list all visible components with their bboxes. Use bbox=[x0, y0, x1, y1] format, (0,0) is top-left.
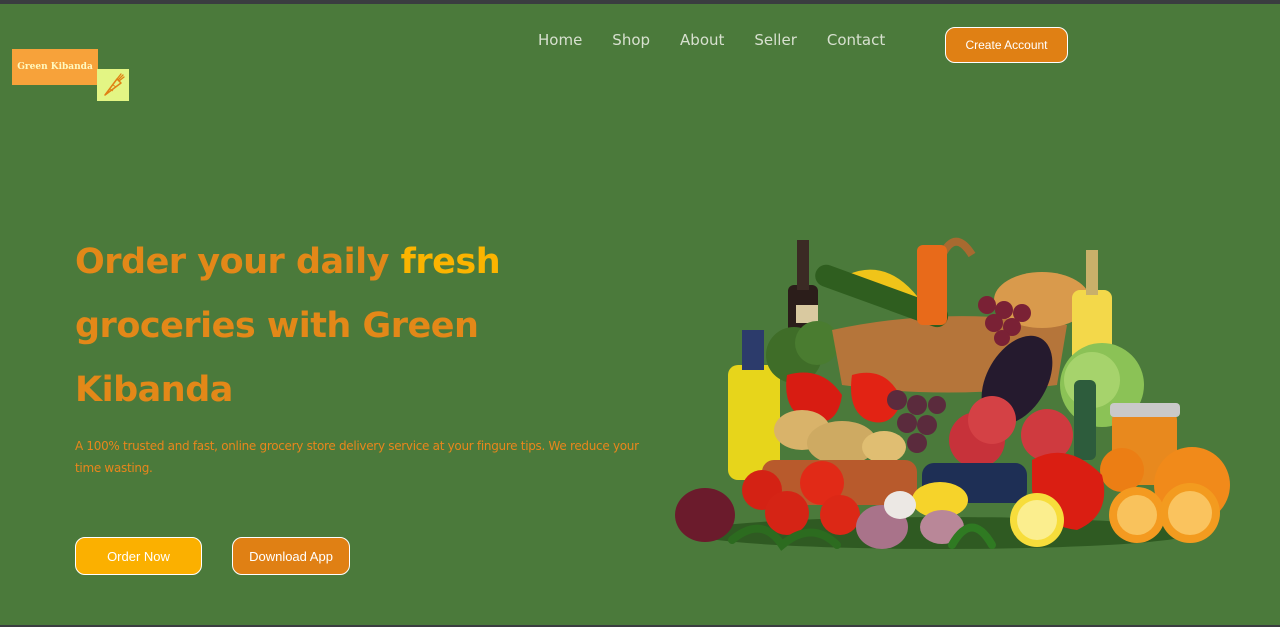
order-now-button[interactable]: Order Now bbox=[75, 537, 202, 575]
brand-logo[interactable]: Green Kibanda bbox=[12, 49, 98, 85]
hero-subtext: A 100% trusted and fast, online grocery … bbox=[75, 439, 639, 475]
carrot-icon bbox=[97, 69, 129, 101]
nav-seller[interactable]: Seller bbox=[754, 30, 796, 50]
headline-part1: Order your daily bbox=[75, 242, 389, 282]
nav-about[interactable]: About bbox=[680, 30, 724, 50]
nav-shop[interactable]: Shop bbox=[612, 30, 650, 50]
download-app-button[interactable]: Download App bbox=[232, 537, 350, 575]
hero-headline: Order your daily fresh groceries with Gr… bbox=[75, 230, 535, 422]
nav-contact[interactable]: Contact bbox=[827, 30, 885, 50]
headline-part2: groceries with Green Kibanda bbox=[75, 306, 479, 410]
headline-highlight: fresh bbox=[400, 242, 501, 282]
brand-name: Green Kibanda bbox=[17, 62, 93, 72]
top-border bbox=[0, 0, 1280, 4]
create-account-button[interactable]: Create Account bbox=[945, 27, 1068, 63]
nav-home[interactable]: Home bbox=[538, 30, 582, 50]
grocery-basket-illustration bbox=[672, 215, 1237, 555]
main-nav: Home Shop About Seller Contact bbox=[538, 30, 915, 50]
